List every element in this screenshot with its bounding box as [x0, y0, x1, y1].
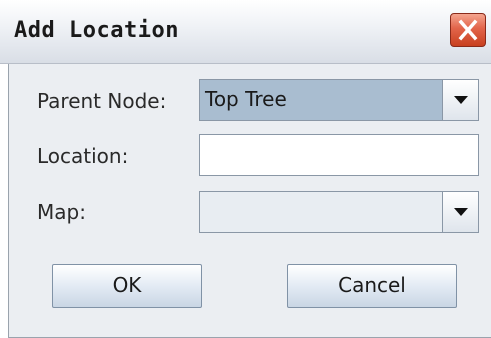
add-location-dialog: Add Location Parent Node: Top Tree Locat…: [0, 0, 491, 338]
location-input[interactable]: [199, 134, 479, 176]
dialog-content: Parent Node: Top Tree Location: Map: OK …: [8, 64, 491, 338]
chevron-down-icon: [454, 96, 468, 104]
parent-node-dropdown-arrow[interactable]: [442, 80, 478, 120]
title-bar[interactable]: Add Location: [0, 0, 491, 64]
parent-node-dropdown[interactable]: Top Tree: [199, 79, 479, 121]
cancel-button[interactable]: Cancel: [287, 264, 457, 308]
dialog-title: Add Location: [14, 18, 179, 43]
map-label: Map:: [37, 200, 86, 224]
close-icon: [458, 19, 478, 41]
ok-button[interactable]: OK: [52, 264, 202, 308]
parent-node-value: Top Tree: [205, 87, 287, 111]
close-button[interactable]: [450, 13, 486, 47]
chevron-down-icon: [454, 208, 468, 216]
map-dropdown-arrow[interactable]: [442, 192, 478, 232]
location-label: Location:: [37, 144, 129, 168]
map-dropdown[interactable]: [199, 191, 479, 233]
parent-node-label: Parent Node:: [37, 89, 167, 113]
